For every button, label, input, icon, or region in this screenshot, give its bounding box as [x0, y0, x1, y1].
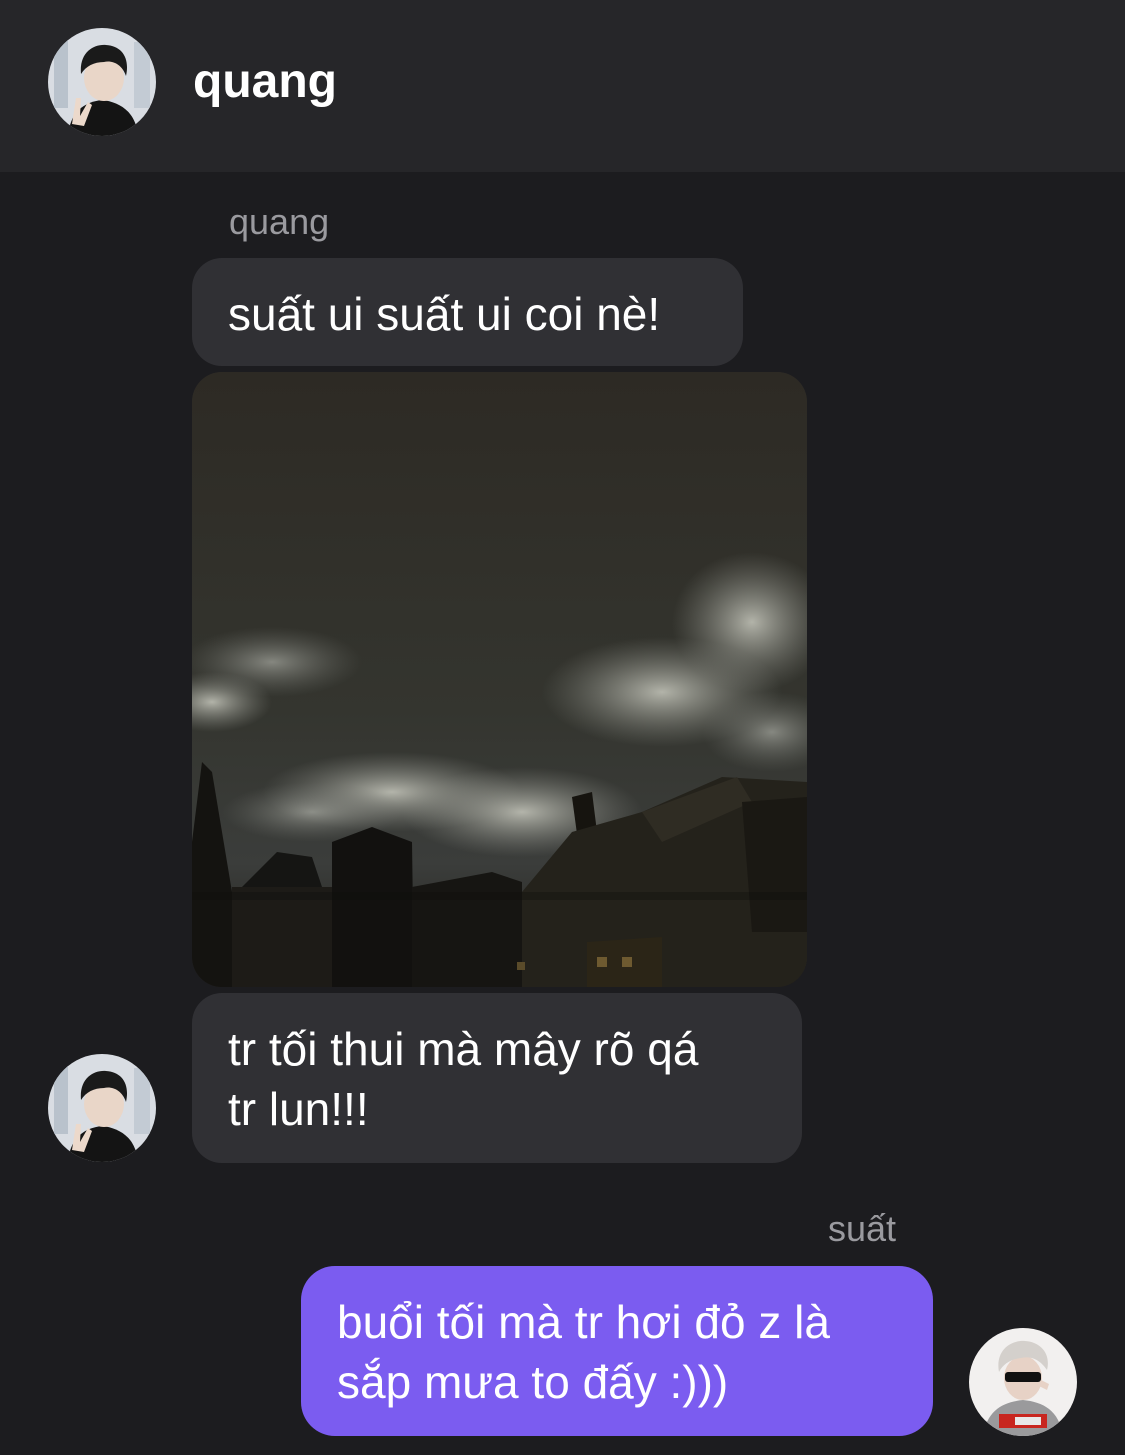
- person-avatar-icon: [969, 1328, 1077, 1436]
- sender-avatar-outgoing[interactable]: [969, 1328, 1077, 1436]
- sender-avatar-incoming[interactable]: [48, 1054, 156, 1162]
- sender-label-incoming: quang: [229, 201, 330, 242]
- person-avatar-icon: [48, 28, 156, 136]
- contact-avatar[interactable]: [48, 28, 156, 136]
- message-bubble-outgoing[interactable]: buổi tối mà tr hơi đỏ z là sắp mưa to đấ…: [301, 1266, 933, 1436]
- message-text-line: tr lun!!!: [228, 1083, 369, 1135]
- message-text: suất ui suất ui coi nè!: [228, 288, 661, 340]
- message-text-line: buổi tối mà tr hơi đỏ z là: [337, 1296, 830, 1348]
- person-avatar-icon: [48, 1054, 156, 1162]
- night-sky-clouds-photo: [192, 372, 807, 987]
- message-text-line: sắp mưa to đấy :))): [337, 1356, 729, 1408]
- message-photo[interactable]: [192, 372, 807, 987]
- sender-label-outgoing: suất: [827, 1208, 896, 1249]
- message-bubble-incoming[interactable]: suất ui suất ui coi nè!: [192, 258, 743, 366]
- contact-name[interactable]: quang: [193, 52, 337, 112]
- chat-header: quang: [0, 0, 1125, 172]
- message-bubble-incoming[interactable]: tr tối thui mà mây rõ qá tr lun!!!: [192, 993, 802, 1163]
- message-text-line: tr tối thui mà mây rõ qá: [228, 1023, 699, 1075]
